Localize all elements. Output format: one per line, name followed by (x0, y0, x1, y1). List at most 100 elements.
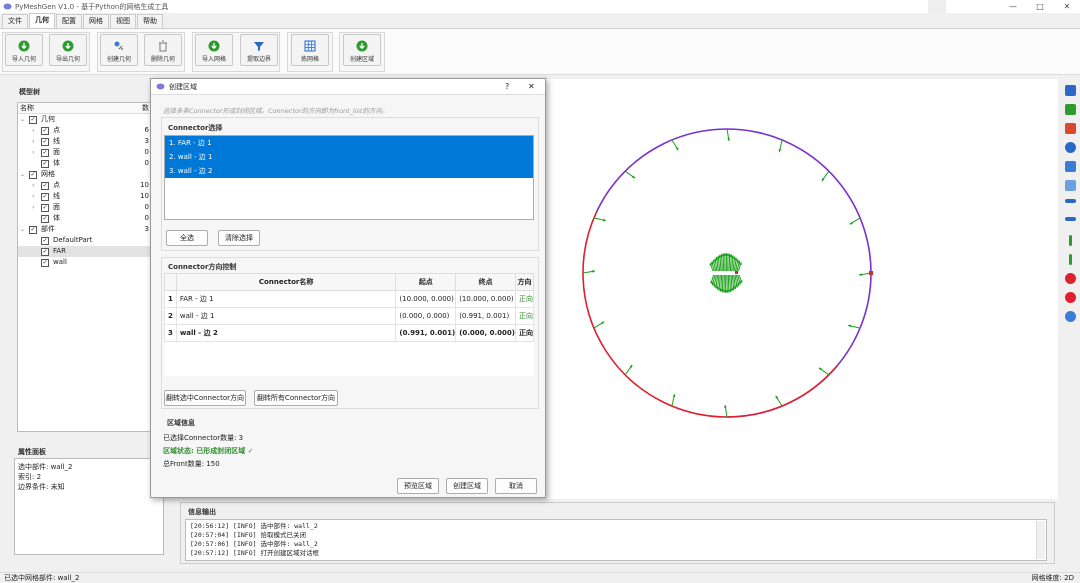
axis-z-minus-icon[interactable] (1064, 292, 1076, 303)
view-iso-icon[interactable] (1064, 104, 1076, 115)
tree-item[interactable]: › ✓ 面 0 (18, 202, 151, 213)
extract-boundary-button[interactable]: 提取边界 (240, 34, 278, 66)
tree-checkbox[interactable]: ✓ (41, 215, 49, 223)
cancel-button[interactable]: 取消 (495, 478, 537, 494)
minimize-button[interactable]: — (1000, 0, 1026, 13)
tree-checkbox[interactable]: ✓ (41, 160, 49, 168)
prop-index: 索引: 2 (18, 473, 42, 481)
tree-checkbox[interactable]: ✓ (29, 226, 37, 234)
reset-view-icon[interactable] (1064, 311, 1076, 322)
tree-checkbox[interactable]: ✓ (41, 182, 49, 190)
create-region-icon (356, 40, 368, 52)
dialog-close-button[interactable]: ✕ (528, 82, 535, 91)
delete-geometry-button[interactable]: 删除几何 (144, 34, 182, 66)
axis-x-minus-icon[interactable] (1064, 217, 1076, 221)
select-mesh-button[interactable]: 拣网格 (291, 34, 329, 66)
dialog-help-button[interactable]: ? (505, 82, 509, 91)
tree-item[interactable]: ⌄ ✓ 网格 (18, 169, 151, 180)
create-geometry-button[interactable]: 创建几何 (100, 34, 138, 66)
view-cube-icon[interactable] (1064, 85, 1076, 96)
log-scrollbar[interactable] (1036, 521, 1045, 559)
tree-checkbox[interactable]: ✓ (41, 248, 49, 256)
tree-item[interactable]: ✓ DefaultPart (18, 235, 151, 246)
rotate-icon[interactable] (1064, 161, 1076, 172)
tab-mesh[interactable]: 网格 (83, 14, 109, 28)
title-bar: PyMeshGen V1.0 - 基于Python的网格生成工具 — □ ✕ (0, 0, 1080, 13)
tree-item[interactable]: › ✓ 点 6 (18, 125, 151, 136)
tree-item[interactable]: ✓ wall (18, 257, 151, 268)
chevron-down-icon[interactable]: ⌄ (20, 224, 25, 235)
export-geometry-button[interactable]: 导出几何 (49, 34, 87, 66)
tree-checkbox[interactable]: ✓ (41, 149, 49, 157)
model-tree-header: 名称 数 (18, 103, 151, 114)
tree-item[interactable]: › ✓ 面 0 (18, 147, 151, 158)
chevron-right-icon[interactable]: › (32, 125, 34, 136)
maximize-button[interactable]: □ (1027, 0, 1053, 13)
tree-checkbox[interactable]: ✓ (29, 171, 37, 179)
import-geometry-button[interactable]: 导入几何 (5, 34, 43, 66)
tab-config[interactable]: 配置 (56, 14, 82, 28)
tree-item[interactable]: ✓ 体 0 (18, 213, 151, 224)
tree-checkbox[interactable]: ✓ (41, 204, 49, 212)
list-item[interactable]: 2. wall - 边 1 (165, 150, 533, 164)
chevron-right-icon[interactable]: › (32, 202, 34, 213)
tab-view[interactable]: 视图 (110, 14, 136, 28)
tree-checkbox[interactable]: ✓ (29, 116, 37, 124)
mesh-canvas[interactable] (546, 79, 1058, 499)
tab-file[interactable]: 文件 (2, 14, 28, 28)
tree-item-label: 点 (53, 181, 60, 189)
close-window-button[interactable]: ✕ (1054, 0, 1080, 13)
tree-checkbox[interactable]: ✓ (41, 193, 49, 201)
flip-selected-button[interactable]: 翻转选中Connector方向 (164, 390, 246, 406)
table-row[interactable]: 2 wall - 边 1 (0.000, 0.000) (0.991, 0.00… (164, 307, 534, 325)
tree-item-label: DefaultPart (53, 236, 93, 244)
chevron-right-icon[interactable]: › (32, 147, 34, 158)
connector-listbox[interactable]: 1. FAR - 边 1 2. wall - 边 1 3. wall - 边 2 (164, 135, 534, 220)
chevron-down-icon[interactable]: ⌄ (20, 114, 25, 125)
tree-item[interactable]: ✓ FAR (18, 246, 151, 257)
graphics-viewport[interactable] (546, 79, 1058, 499)
preview-region-button[interactable]: 预览区域 (397, 478, 439, 494)
tree-item[interactable]: ⌄ ✓ 部件 3 (18, 224, 151, 235)
chevron-right-icon[interactable]: › (32, 191, 34, 202)
clear-selection-button[interactable]: 清除选择 (218, 230, 260, 246)
tree-item[interactable]: ⌄ ✓ 几何 (18, 114, 151, 125)
chevron-down-icon[interactable]: ⌄ (20, 169, 25, 180)
layer-icon[interactable] (1064, 180, 1076, 191)
connector-table[interactable]: Connector名称 起点 终点 方向 1 FAR - 边 1 (10.000… (164, 273, 534, 376)
table-row[interactable]: 1 FAR - 边 1 (10.000, 0.000) (10.000, 0.0… (164, 290, 534, 308)
region-info-title: 区域信息 (167, 419, 195, 427)
message-log[interactable]: [20:56:12] [INFO] 选中部件: wall_2 [20:57:04… (185, 519, 1047, 561)
export-icon (62, 40, 74, 52)
model-tree[interactable]: 名称 数 ⌄ ✓ 几何 › ✓ 点 6 › ✓ 线 3 › ✓ 面 0 ✓ 体 0 ⌄ ✓ 网格 › ✓ 点 10 › ✓ 线 10 › ✓… (17, 102, 152, 432)
flip-all-button[interactable]: 翻转所有Connector方向 (254, 390, 338, 406)
tree-item-label: 网格 (41, 170, 55, 178)
tree-checkbox[interactable]: ✓ (41, 138, 49, 146)
table-row[interactable]: 3 wall - 边 2 (0.991, 0.001) (0.000, 0.00… (164, 324, 534, 342)
list-item[interactable]: 3. wall - 边 2 (165, 164, 533, 178)
select-all-button[interactable]: 全选 (166, 230, 208, 246)
tree-checkbox[interactable]: ✓ (41, 237, 49, 245)
tree-item[interactable]: › ✓ 点 10 (18, 180, 151, 191)
title-search-box[interactable] (928, 0, 946, 13)
axis-z-plus-icon[interactable] (1064, 273, 1076, 284)
tree-checkbox[interactable]: ✓ (41, 127, 49, 135)
tree-item[interactable]: ✓ 体 0 (18, 158, 151, 169)
zoom-fit-icon[interactable] (1064, 142, 1076, 153)
chevron-right-icon[interactable]: › (32, 136, 34, 147)
tree-item[interactable]: › ✓ 线 10 (18, 191, 151, 202)
tree-item[interactable]: › ✓ 线 3 (18, 136, 151, 147)
create-region-button[interactable]: 创建区域 (343, 34, 381, 66)
tab-help[interactable]: 帮助 (137, 14, 163, 28)
axis-y-plus-icon[interactable] (1068, 235, 1072, 246)
axis-x-plus-icon[interactable] (1064, 199, 1076, 203)
view-solid-icon[interactable] (1064, 123, 1076, 134)
tree-checkbox[interactable]: ✓ (41, 259, 49, 267)
tab-geometry[interactable]: 几何 (29, 13, 55, 28)
create-region-confirm-button[interactable]: 创建区域 (446, 478, 488, 494)
list-item[interactable]: 1. FAR - 边 1 (165, 136, 533, 150)
axis-y-minus-icon[interactable] (1068, 254, 1072, 265)
tree-item-count: 0 (144, 148, 149, 156)
chevron-right-icon[interactable]: › (32, 180, 34, 191)
import-mesh-button[interactable]: 导入网格 (195, 34, 233, 66)
